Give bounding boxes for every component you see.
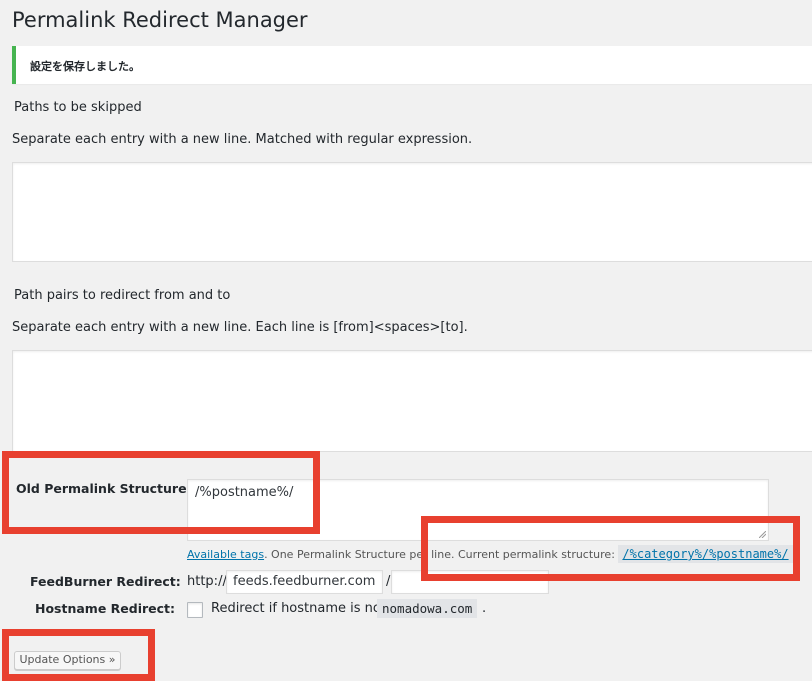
notice-message: 設定を保存しました。 (30, 60, 140, 73)
redirect-pairs-textarea[interactable] (12, 350, 812, 452)
available-tags-link[interactable]: Available tags (187, 548, 264, 561)
hostname-checkbox-label: Redirect if hostname is not (211, 601, 386, 616)
hostname-suffix: . (482, 601, 487, 616)
hostname-redirect-label: Hostname Redirect: (35, 601, 176, 616)
hostname-value: nomadowa.com (377, 599, 478, 618)
annotation-box-old-permalink (2, 451, 320, 534)
settings-saved-notice: 設定を保存しました。 (12, 46, 812, 84)
skip-paths-label: Paths to be skipped (14, 100, 142, 115)
skip-paths-description: Separate each entry with a new line. Mat… (12, 132, 473, 147)
page-title: Permalink Redirect Manager (12, 8, 308, 32)
feedburner-prefix: http:// (187, 574, 227, 589)
skip-paths-textarea[interactable] (12, 162, 812, 262)
feedburner-label: FeedBurner Redirect: (30, 574, 181, 589)
annotation-box-update-button (2, 629, 155, 681)
redirect-pairs-description: Separate each entry with a new line. Eac… (12, 320, 468, 335)
feedburner-separator: / (386, 574, 391, 589)
feedburner-host-input[interactable]: feeds.feedburner.com (226, 570, 383, 594)
redirect-pairs-label: Path pairs to redirect from and to (14, 288, 231, 303)
hostname-redirect-checkbox[interactable] (187, 602, 203, 618)
annotation-box-current-structure (421, 516, 800, 581)
